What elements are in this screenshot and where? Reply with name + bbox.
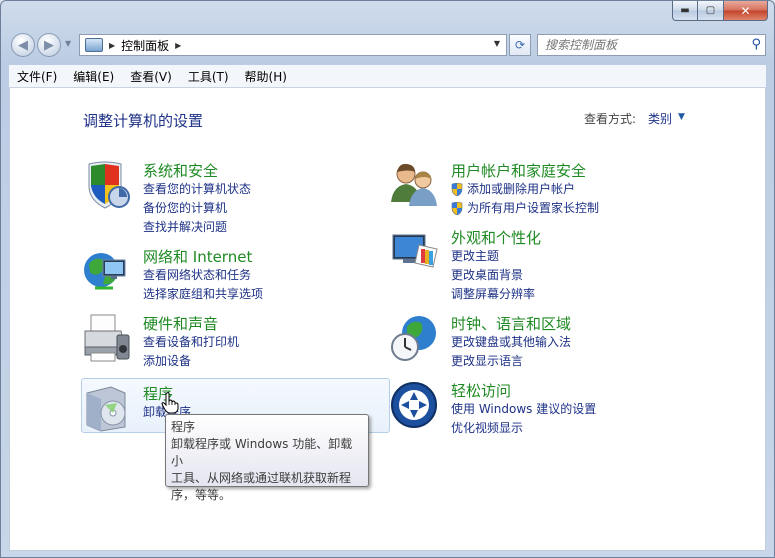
link-label[interactable]: 为所有用户设置家长控制 <box>467 199 599 218</box>
content-pane: 调整计算机的设置 查看方式: 类别 ▼ 系统和安全 查看您的计算机状态 备份您的… <box>9 88 766 551</box>
refresh-icon: ⟳ <box>514 38 526 52</box>
control-panel-window: ▬ ▢ ✕ ◀ ▶ ▼ ▶ 控制面板 ▶ ▼ ⟳ ⚲ 文件(F) 编辑(E) 查… <box>0 0 775 558</box>
clock-globe-icon <box>391 316 436 361</box>
link-troubleshoot[interactable]: 查找并解决问题 <box>143 218 251 237</box>
category-title[interactable]: 用户帐户和家庭安全 <box>451 160 586 181</box>
caption-buttons: ▬ ▢ ✕ <box>672 1 768 21</box>
uac-shield-icon <box>451 183 463 196</box>
maximize-button[interactable]: ▢ <box>698 1 724 21</box>
link-add-device[interactable]: 添加设备 <box>143 352 239 371</box>
control-panel-icon <box>85 38 103 52</box>
category-title[interactable]: 外观和个性化 <box>451 227 541 248</box>
link-change-display-language[interactable]: 更改显示语言 <box>451 352 571 371</box>
tooltip-line: 卸载程序或 Windows 功能、卸载小 <box>171 437 353 468</box>
breadcrumb-separator-icon[interactable]: ▶ <box>175 41 181 50</box>
hand-cursor-icon <box>161 392 179 414</box>
menu-file[interactable]: 文件(F) <box>9 68 65 85</box>
back-button[interactable]: ◀ <box>11 33 35 57</box>
link-change-background[interactable]: 更改桌面背景 <box>451 266 535 285</box>
view-by-dropdown[interactable]: 类别 <box>648 110 672 127</box>
menu-help[interactable]: 帮助(H) <box>237 68 295 85</box>
link-view-network-status[interactable]: 查看网络状态和任务 <box>143 266 263 285</box>
link-change-theme[interactable]: 更改主题 <box>451 247 535 266</box>
address-history-dropdown-icon[interactable]: ▼ <box>494 39 500 48</box>
view-by-label: 查看方式: <box>584 112 637 126</box>
link-optimize-visual-display[interactable]: 优化视频显示 <box>451 419 596 438</box>
search-icon[interactable]: ⚲ <box>751 37 761 52</box>
link-change-input-methods[interactable]: 更改键盘或其他输入法 <box>451 333 571 352</box>
arrow-left-icon: ◀ <box>18 37 28 53</box>
link-backup-computer[interactable]: 备份您的计算机 <box>143 199 251 218</box>
tooltip-line: 序，等等。 <box>171 488 232 502</box>
minimize-button[interactable]: ▬ <box>672 1 698 21</box>
link-view-computer-status[interactable]: 查看您的计算机状态 <box>143 180 251 199</box>
menu-view[interactable]: 查看(V) <box>122 68 180 85</box>
category-title[interactable]: 时钟、语言和区域 <box>451 313 571 334</box>
link-homegroup-sharing[interactable]: 选择家庭组和共享选项 <box>143 285 263 304</box>
navigation-bar: ◀ ▶ ▼ ▶ 控制面板 ▶ ▼ ⟳ ⚲ <box>9 31 766 59</box>
uac-shield-icon <box>451 202 463 215</box>
close-button[interactable]: ✕ <box>724 1 768 21</box>
link-parental-controls[interactable]: 为所有用户设置家长控制 <box>451 199 599 218</box>
page-title: 调整计算机的设置 <box>83 112 204 130</box>
address-bar[interactable]: ▶ 控制面板 ▶ ▼ <box>79 34 507 56</box>
appearance-monitor-icon <box>392 234 438 268</box>
ease-of-access-icon <box>391 382 437 428</box>
system-security-shield-icon <box>88 161 130 209</box>
link-add-remove-accounts[interactable]: 添加或删除用户帐户 <box>451 180 599 199</box>
programs-tooltip: 程序 卸载程序或 Windows 功能、卸载小 工具、从网络或通过联机获取新程 … <box>165 414 369 502</box>
view-by-dropdown-icon[interactable]: ▼ <box>678 112 685 122</box>
tooltip-title: 程序 <box>171 420 196 434</box>
search-input[interactable] <box>543 37 747 53</box>
link-label[interactable]: 添加或删除用户帐户 <box>467 180 575 199</box>
recent-pages-dropdown[interactable]: ▼ <box>65 39 71 48</box>
category-title[interactable]: 网络和 Internet <box>143 246 252 267</box>
arrow-right-icon: ▶ <box>44 37 54 53</box>
category-title[interactable]: 硬件和声音 <box>143 313 218 334</box>
link-screen-resolution[interactable]: 调整屏幕分辨率 <box>451 285 535 304</box>
programs-disc-box-icon <box>86 386 126 432</box>
forward-button[interactable]: ▶ <box>37 33 61 57</box>
link-view-devices-printers[interactable]: 查看设备和打印机 <box>143 333 239 352</box>
printer-icon <box>84 314 130 362</box>
menu-bar: 文件(F) 编辑(E) 查看(V) 工具(T) 帮助(H) <box>9 65 766 88</box>
menu-tools[interactable]: 工具(T) <box>180 68 237 85</box>
search-box[interactable]: ⚲ <box>537 34 766 56</box>
category-title[interactable]: 轻松访问 <box>451 380 511 401</box>
menu-edit[interactable]: 编辑(E) <box>65 68 122 85</box>
breadcrumb-control-panel[interactable]: 控制面板 <box>121 37 169 54</box>
users-icon <box>391 163 437 206</box>
link-windows-recommended-settings[interactable]: 使用 Windows 建议的设置 <box>451 400 596 419</box>
network-globe-icon <box>84 253 126 290</box>
refresh-button[interactable]: ⟳ <box>509 34 531 56</box>
breadcrumb-separator-icon[interactable]: ▶ <box>109 41 115 50</box>
category-title[interactable]: 系统和安全 <box>143 160 218 181</box>
tooltip-line: 工具、从网络或通过联机获取新程 <box>171 471 352 485</box>
